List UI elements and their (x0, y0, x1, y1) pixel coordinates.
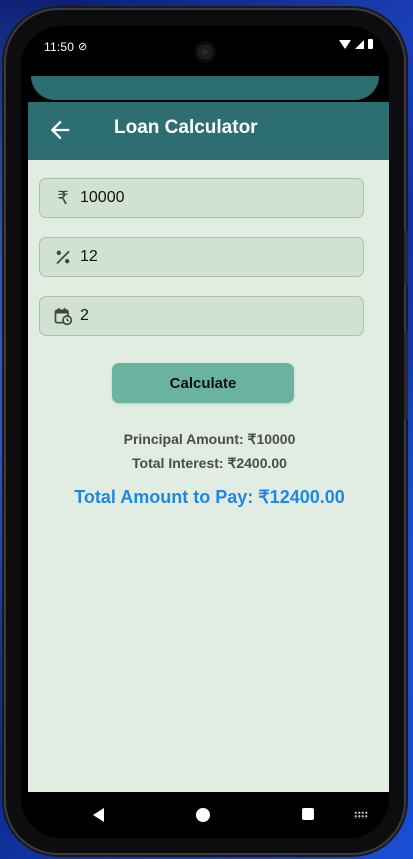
app-bar-top-curve (31, 76, 379, 100)
dnd-icon: ⊘ (78, 41, 88, 53)
app-bar: Loan Calculator (28, 102, 389, 160)
status-icons (339, 39, 373, 49)
principal-input[interactable] (80, 187, 350, 209)
rupee-icon: ₹ (57, 188, 69, 208)
signal-icon (355, 39, 364, 49)
status-bar: 11:50 ⊘ (21, 26, 389, 68)
page-title: Loan Calculator (114, 117, 258, 138)
tenure-input[interactable] (80, 305, 350, 327)
battery-icon (368, 39, 373, 49)
phone-screen: 11:50 ⊘ Loan Calculator ₹ 10000 12 2 Cal… (21, 26, 389, 838)
app-content: Loan Calculator ₹ 10000 12 2 Calculate P… (28, 102, 389, 792)
total-interest-text: Total Interest: ₹2400.00 (132, 455, 287, 471)
nav-back-icon[interactable] (93, 808, 104, 822)
tenure-field[interactable] (39, 296, 364, 336)
principal-amount-text: Principal Amount: ₹10000 (123, 431, 296, 447)
calendar-clock-icon (54, 308, 73, 326)
wifi-icon (339, 39, 351, 49)
status-time: 11:50 (44, 40, 75, 54)
phone-frame: 11:50 ⊘ Loan Calculator ₹ 10000 12 2 Cal… (6, 10, 408, 853)
calculate-button[interactable]: Calculate (112, 363, 294, 403)
front-camera (194, 41, 216, 63)
volume-button (404, 230, 408, 286)
system-nav-bar (21, 792, 389, 838)
interest-rate-field[interactable] (39, 237, 364, 277)
back-arrow-icon[interactable] (46, 116, 74, 144)
nav-recents-icon[interactable] (302, 808, 314, 820)
total-amount-text: Total Amount to Pay: ₹12400.00 (74, 487, 345, 507)
keyboard-icon[interactable] (354, 811, 368, 819)
principal-field[interactable]: ₹ (39, 178, 364, 218)
power-button (404, 330, 408, 420)
nav-home-icon[interactable] (196, 808, 210, 822)
percent-icon (56, 250, 70, 265)
interest-rate-input[interactable] (80, 246, 350, 268)
